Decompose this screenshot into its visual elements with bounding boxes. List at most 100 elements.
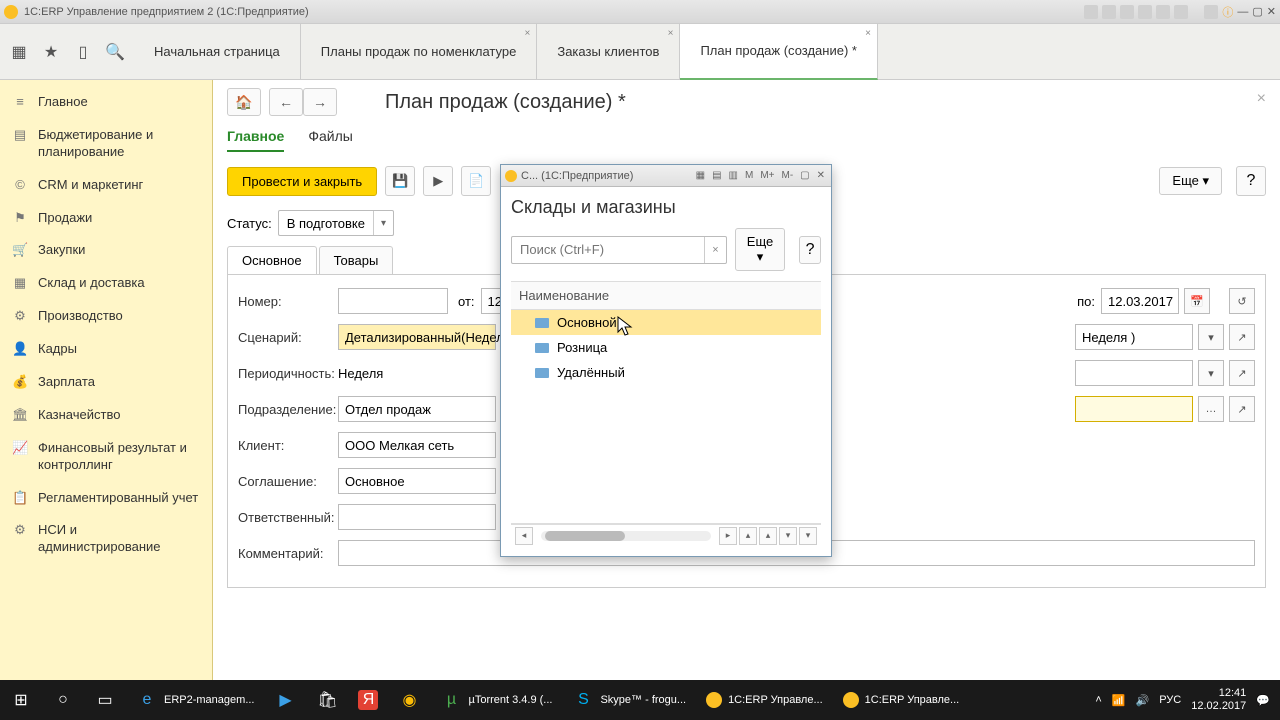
tab-close-icon[interactable]: × (525, 28, 531, 39)
more-button[interactable]: Еще ▾ (1159, 167, 1222, 195)
taskbar-app[interactable]: 1С:ERP Управле... (696, 680, 833, 720)
sidebar-item-production[interactable]: ⚙Производство (0, 300, 212, 333)
save-icon[interactable]: 💾 (385, 166, 415, 196)
nav-last-icon[interactable]: ▾ (799, 527, 817, 545)
popup-tb-icon[interactable]: ▤ (710, 170, 723, 181)
help-button[interactable]: ? (1236, 166, 1266, 196)
list-item[interactable]: Розница (511, 335, 821, 360)
sidebar-item-finresult[interactable]: 📈Финансовый результат и контроллинг (0, 432, 212, 482)
taskbar-app[interactable]: µµTorrent 3.4.9 (... (430, 680, 562, 720)
tab-close-icon[interactable]: × (668, 28, 674, 39)
tray-notifications-icon[interactable]: 💬 (1256, 694, 1270, 707)
titlebar-icon[interactable] (1084, 5, 1098, 19)
sidebar-item-crm[interactable]: ©CRM и маркетинг (0, 169, 212, 202)
client-input[interactable]: ООО Мелкая сеть (338, 432, 496, 458)
popup-titlebar[interactable]: С... (1С:Предприятие) ▦ ▤ ▥ M M+ M- ▢ ✕ (501, 165, 831, 187)
sidebar-item-nsi[interactable]: ⚙НСИ и администрирование (0, 514, 212, 564)
popup-mplus-button[interactable]: M+ (758, 170, 776, 181)
popup-more-button[interactable]: Еще ▾ (735, 228, 785, 271)
dept-input[interactable]: Отдел продаж (338, 396, 496, 422)
cortana-button[interactable]: ○ (42, 680, 84, 720)
popup-m-button[interactable]: M (743, 170, 755, 181)
submit-close-button[interactable]: Провести и закрыть (227, 167, 377, 196)
sidebar-item-hr[interactable]: 👤Кадры (0, 333, 212, 366)
back-button[interactable]: ← (269, 88, 303, 116)
maximize-icon[interactable]: ▢ (1252, 5, 1262, 18)
tray-clock[interactable]: 12:41 12.02.2017 (1191, 687, 1246, 713)
refresh-icon[interactable]: ↺ (1229, 288, 1255, 314)
chevron-down-icon[interactable]: ▾ (1198, 360, 1224, 386)
scrollbar[interactable] (541, 531, 711, 541)
popup-maximize-icon[interactable]: ▢ (798, 170, 811, 181)
warehouse-input[interactable] (1075, 396, 1193, 422)
home-button[interactable]: 🏠 (227, 88, 261, 116)
tab-close-icon[interactable]: × (865, 28, 871, 39)
open-icon[interactable]: ↗ (1229, 360, 1255, 386)
nav-first-icon[interactable]: ▴ (739, 527, 757, 545)
popup-tb-icon[interactable]: ▦ (694, 170, 707, 181)
tray-network-icon[interactable]: 📶 (1112, 694, 1126, 707)
open-icon[interactable]: ↗ (1229, 396, 1255, 422)
star-icon[interactable]: ★ (42, 43, 60, 61)
from-date-input[interactable]: 12 (481, 288, 501, 314)
nav-up-icon[interactable]: ▴ (759, 527, 777, 545)
minimize-icon[interactable]: — (1237, 6, 1248, 18)
open-icon[interactable]: ↗ (1229, 324, 1255, 350)
titlebar-icon[interactable] (1102, 5, 1116, 19)
clear-icon[interactable]: × (704, 237, 726, 263)
panel-icon[interactable]: ▯ (74, 43, 92, 61)
popup-search-box[interactable]: × (511, 236, 727, 264)
responsible-input[interactable] (338, 504, 496, 530)
taskbar-app[interactable]: ▶ (264, 680, 306, 720)
subtab-files[interactable]: Файлы (308, 128, 352, 152)
tab-sales-plan-create[interactable]: План продаж (создание) *× (680, 24, 878, 80)
scroll-left-icon[interactable]: ◂ (515, 527, 533, 545)
status-combo[interactable]: В подготовке ▾ (278, 210, 394, 236)
taskbar-app[interactable]: ◉ (388, 680, 430, 720)
scroll-right-icon[interactable]: ▸ (719, 527, 737, 545)
calendar-icon[interactable]: 📅 (1184, 288, 1210, 314)
chevron-down-icon[interactable]: ▾ (1198, 324, 1224, 350)
taskview-button[interactable]: ▭ (84, 680, 126, 720)
scenario-right-input[interactable]: Неделя ) (1075, 324, 1193, 350)
subtab-main[interactable]: Главное (227, 128, 284, 152)
tab-home[interactable]: Начальная страница (134, 24, 301, 80)
popup-tb-icon[interactable]: ▥ (727, 170, 740, 181)
inner-tab-main[interactable]: Основное (227, 246, 317, 274)
inner-tab-goods[interactable]: Товары (319, 246, 394, 274)
number-input[interactable] (338, 288, 448, 314)
tab-sales-plans[interactable]: Планы продаж по номенклатуре× (301, 24, 538, 80)
ellipsis-icon[interactable]: … (1198, 396, 1224, 422)
titlebar-icon[interactable] (1204, 5, 1218, 19)
scenario-input[interactable]: Детализированный(Недел (338, 324, 496, 350)
tray-lang[interactable]: РУС (1159, 694, 1181, 706)
popup-mminus-button[interactable]: M- (779, 170, 795, 181)
list-item[interactable]: Удалённый (511, 360, 821, 385)
taskbar-app[interactable]: 🛍 (306, 680, 348, 720)
sidebar-item-procurement[interactable]: 🛒Закупки (0, 234, 212, 267)
titlebar-icon[interactable] (1174, 5, 1188, 19)
close-icon[interactable]: ✕ (1267, 5, 1276, 18)
popup-list[interactable]: Основной Розница Удалённый (511, 310, 821, 524)
agreement-input[interactable]: Основное (338, 468, 496, 494)
process-icon[interactable]: ▶ (423, 166, 453, 196)
titlebar-icon[interactable] (1138, 5, 1152, 19)
popup-search-input[interactable] (512, 237, 704, 263)
close-icon[interactable]: × (1257, 90, 1266, 108)
titlebar-icon[interactable] (1120, 5, 1134, 19)
start-button[interactable]: ⊞ (0, 680, 42, 720)
titlebar-icon[interactable] (1156, 5, 1170, 19)
help-icon[interactable]: ⓘ (1222, 4, 1233, 20)
sidebar-item-regaccount[interactable]: 📋Регламентированный учет (0, 482, 212, 515)
taskbar-app[interactable]: 1С:ERP Управле... (833, 680, 970, 720)
sidebar-item-salary[interactable]: 💰Зарплата (0, 366, 212, 399)
popup-close-icon[interactable]: ✕ (815, 170, 827, 181)
sidebar-item-budgeting[interactable]: ▤Бюджетирование и планирование (0, 119, 212, 169)
nav-down-icon[interactable]: ▾ (779, 527, 797, 545)
report-icon[interactable]: 📄 (461, 166, 491, 196)
chevron-down-icon[interactable]: ▾ (373, 211, 393, 235)
sidebar-item-main[interactable]: ≡Главное (0, 86, 212, 119)
list-item[interactable]: Основной (511, 310, 821, 335)
taskbar-app[interactable]: Я (348, 680, 388, 720)
forward-button[interactable]: → (303, 88, 337, 116)
